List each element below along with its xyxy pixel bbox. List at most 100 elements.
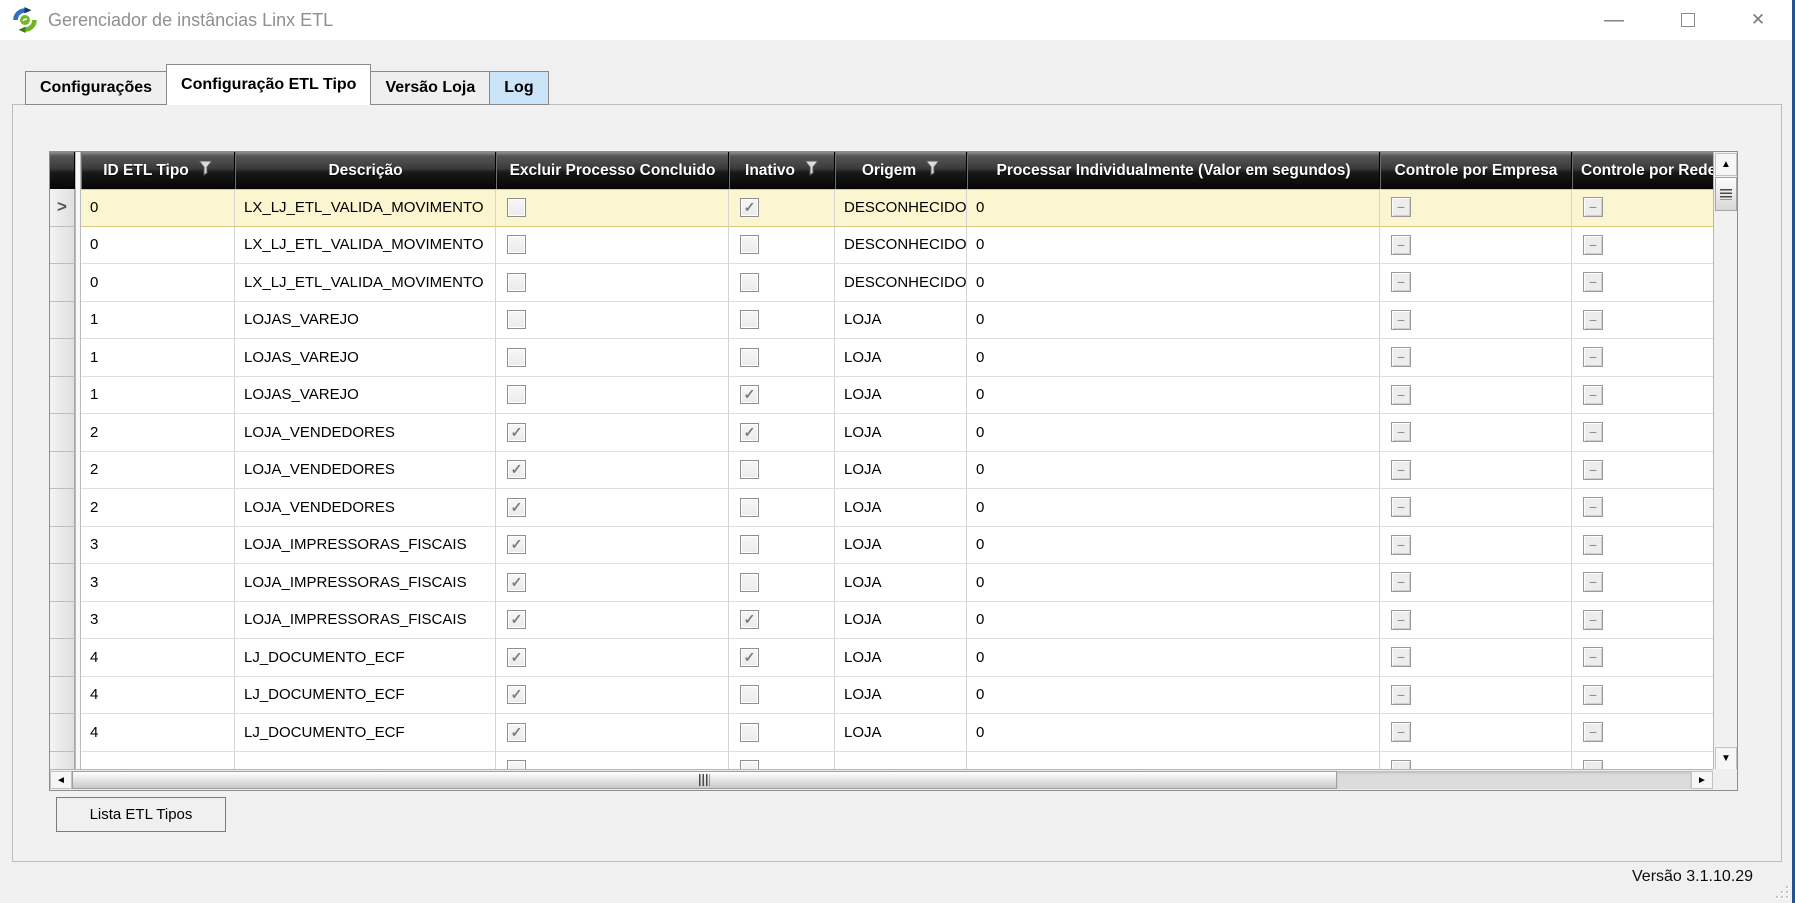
controle_por_rede-indeterminate-checkbox[interactable]: − <box>1583 609 1603 630</box>
excluir-checkbox[interactable] <box>507 310 526 330</box>
controle_por_empresa-indeterminate-checkbox[interactable]: − <box>1391 647 1411 668</box>
excluir-checkbox[interactable] <box>507 760 526 769</box>
column-header-descricao[interactable]: Descrição <box>235 152 496 189</box>
excluir-checkbox[interactable] <box>507 385 526 405</box>
controle_por_rede-indeterminate-checkbox[interactable]: − <box>1583 497 1603 518</box>
row-selector[interactable] <box>50 601 75 639</box>
controle_por_empresa-indeterminate-checkbox[interactable]: − <box>1391 722 1411 743</box>
controle_por_rede-indeterminate-checkbox[interactable]: − <box>1583 384 1603 405</box>
column-header-origem[interactable]: Origem <box>835 152 967 189</box>
excluir-checkbox[interactable]: ✓ <box>507 460 526 480</box>
controle_por_empresa-indeterminate-checkbox[interactable]: − <box>1391 609 1411 630</box>
filter-funnel-icon[interactable] <box>925 160 941 181</box>
table-row[interactable]: 0 LX_LJ_ETL_VALIDA_MOVIMENTO DESCONHECIDO 0… <box>50 226 1713 264</box>
controle_por_empresa-indeterminate-checkbox[interactable]: − <box>1391 684 1411 705</box>
table-row[interactable]: 2 LOJA_VENDEDORES ✓ LOJA 0− − <box>50 451 1713 489</box>
vertical-scrollbar[interactable]: ▲ ▼ <box>1713 152 1737 771</box>
minimize-button[interactable]: — <box>1591 0 1637 40</box>
row-selector[interactable] <box>50 564 75 602</box>
controle_por_rede-indeterminate-checkbox[interactable]: − <box>1583 459 1603 480</box>
maximize-button[interactable] <box>1665 0 1711 40</box>
inativo-checkbox[interactable] <box>740 535 759 555</box>
controle_por_rede-indeterminate-checkbox[interactable]: − <box>1583 422 1603 443</box>
table-row[interactable]: 1 LOJAS_VAREJO LOJA 0− − <box>50 339 1713 377</box>
table-row[interactable]: 1 LOJAS_VAREJO ✓ LOJA 0− − <box>50 376 1713 414</box>
row-selector[interactable] <box>50 714 75 752</box>
excluir-checkbox[interactable] <box>507 197 526 217</box>
tab-configuracao-etl-tipo[interactable]: Configuração ETL Tipo <box>166 64 372 105</box>
scroll-up-button[interactable]: ▲ <box>1715 153 1737 176</box>
inativo-checkbox[interactable]: ✓ <box>740 422 759 442</box>
excluir-checkbox[interactable]: ✓ <box>507 647 526 667</box>
row-selector[interactable] <box>50 489 75 527</box>
scroll-left-button[interactable]: ◄ <box>50 771 72 789</box>
table-row[interactable]: 0 LX_LJ_ETL_VALIDA_MOVIMENTO DESCONHECIDO 0… <box>50 264 1713 302</box>
excluir-checkbox[interactable]: ✓ <box>507 535 526 555</box>
inativo-checkbox[interactable] <box>740 460 759 480</box>
excluir-checkbox[interactable]: ✓ <box>507 572 526 592</box>
inativo-checkbox[interactable] <box>740 235 759 255</box>
column-header-controle_por_rede[interactable]: Controle por Rede <box>1572 152 1713 189</box>
controle_por_empresa-indeterminate-checkbox[interactable]: − <box>1391 534 1411 555</box>
excluir-checkbox[interactable] <box>507 235 526 255</box>
inativo-checkbox[interactable] <box>740 722 759 742</box>
inativo-checkbox[interactable]: ✓ <box>740 197 759 217</box>
controle_por_empresa-indeterminate-checkbox[interactable]: − <box>1391 234 1411 255</box>
column-header-excluir[interactable]: Excluir Processo Concluido <box>496 152 729 189</box>
tab-log[interactable]: Log <box>489 71 549 105</box>
filter-funnel-icon[interactable] <box>197 160 213 181</box>
horizontal-scroll-thumb[interactable] <box>72 771 1337 789</box>
controle_por_empresa-indeterminate-checkbox[interactable]: − <box>1391 384 1411 405</box>
close-button[interactable]: ✕ <box>1735 0 1781 40</box>
inativo-checkbox[interactable] <box>740 572 759 592</box>
inativo-checkbox[interactable] <box>740 760 759 769</box>
inativo-checkbox[interactable]: ✓ <box>740 610 759 630</box>
column-header-inativo[interactable]: Inativo <box>729 152 835 189</box>
controle_por_empresa-indeterminate-checkbox[interactable]: − <box>1391 272 1411 293</box>
controle_por_rede-indeterminate-checkbox[interactable]: − <box>1583 722 1603 743</box>
controle_por_rede-indeterminate-checkbox[interactable]: − <box>1583 684 1603 705</box>
inativo-checkbox[interactable] <box>740 347 759 367</box>
table-row[interactable]: 4 LJ_DOCUMENTO_ECF ✓ ✓ LOJA 0− − <box>50 639 1713 677</box>
select-all-corner[interactable] <box>50 152 75 189</box>
excluir-checkbox[interactable] <box>507 347 526 367</box>
inativo-checkbox[interactable] <box>740 497 759 517</box>
row-selector[interactable] <box>50 376 75 414</box>
table-row[interactable]: 3 LOJA_IMPRESSORAS_FISCAIS ✓ LOJA 0− − <box>50 526 1713 564</box>
controle_por_empresa-indeterminate-checkbox[interactable]: − <box>1391 422 1411 443</box>
row-selector[interactable] <box>50 339 75 377</box>
column-header-controle_por_empresa[interactable]: Controle por Empresa <box>1380 152 1572 189</box>
controle_por_rede-indeterminate-checkbox[interactable]: − <box>1583 234 1603 255</box>
inativo-checkbox[interactable] <box>740 272 759 292</box>
controle_por_rede-indeterminate-checkbox[interactable]: − <box>1583 272 1603 293</box>
resize-grip-icon[interactable] <box>1773 883 1789 899</box>
controle_por_empresa-indeterminate-checkbox[interactable]: − <box>1391 309 1411 330</box>
vertical-scroll-thumb[interactable] <box>1715 177 1737 211</box>
excluir-checkbox[interactable]: ✓ <box>507 610 526 630</box>
row-selector[interactable] <box>50 676 75 714</box>
row-selector[interactable] <box>50 751 75 769</box>
horizontal-scroll-track[interactable] <box>1337 771 1691 789</box>
controle_por_empresa-indeterminate-checkbox[interactable]: − <box>1391 347 1411 368</box>
controle_por_rede-indeterminate-checkbox[interactable]: − <box>1583 534 1603 555</box>
scroll-right-button[interactable]: ► <box>1691 771 1713 789</box>
inativo-checkbox[interactable]: ✓ <box>740 647 759 667</box>
row-selector[interactable] <box>50 226 75 264</box>
table-row[interactable]: 4 LJ_DOCUMENTO_ECF ✓ LOJA 0− − <box>50 714 1713 752</box>
horizontal-scrollbar[interactable]: ◄ ► <box>50 769 1713 790</box>
table-row[interactable]: 1 LOJAS_VAREJO LOJA 0− − <box>50 301 1713 339</box>
column-header-id[interactable]: ID ETL Tipo <box>81 152 235 189</box>
table-row[interactable]: >0 LX_LJ_ETL_VALIDA_MOVIMENTO ✓ DESCONHECID… <box>50 189 1713 227</box>
row-selector[interactable] <box>50 264 75 302</box>
controle_por_empresa-indeterminate-checkbox[interactable]: − <box>1391 759 1411 769</box>
tab-configuracoes[interactable]: Configurações <box>25 71 167 105</box>
controle_por_rede-indeterminate-checkbox[interactable]: − <box>1583 759 1603 769</box>
row-selector[interactable] <box>50 451 75 489</box>
row-selector[interactable]: > <box>50 189 75 227</box>
controle_por_rede-indeterminate-checkbox[interactable]: − <box>1583 309 1603 330</box>
controle_por_rede-indeterminate-checkbox[interactable]: − <box>1583 647 1603 668</box>
excluir-checkbox[interactable]: ✓ <box>507 497 526 517</box>
table-row[interactable]: 2 LOJA_VENDEDORES ✓ LOJA 0− − <box>50 489 1713 527</box>
row-selector[interactable] <box>50 639 75 677</box>
controle_por_empresa-indeterminate-checkbox[interactable]: − <box>1391 197 1411 218</box>
